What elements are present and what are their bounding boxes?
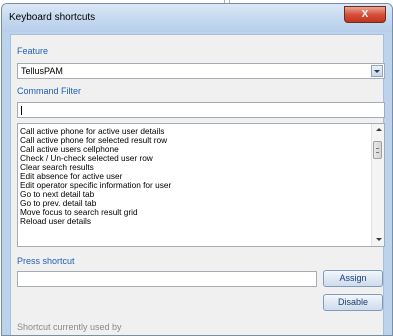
list-item[interactable]: Reload user details xyxy=(20,217,360,227)
list-scrollbar[interactable] xyxy=(371,124,384,246)
window-title: Keyboard shortcuts xyxy=(9,12,96,23)
command-filter-input[interactable] xyxy=(17,102,385,118)
shortcut-used-by-label: Shortcut currently used by xyxy=(17,322,122,332)
press-shortcut-label: Press shortcut xyxy=(17,256,75,266)
chevron-down-icon[interactable] xyxy=(371,65,383,77)
disable-button[interactable]: Disable xyxy=(323,294,383,311)
shortcut-input[interactable] xyxy=(17,271,317,287)
scroll-thumb[interactable] xyxy=(373,141,382,159)
title-bar[interactable]: Keyboard shortcuts X xyxy=(2,4,392,32)
assign-button[interactable]: Assign xyxy=(323,270,383,287)
close-button[interactable]: X xyxy=(344,6,386,23)
feature-select[interactable]: TellusPAM xyxy=(17,63,385,79)
scroll-up-icon[interactable] xyxy=(372,124,384,136)
command-list[interactable]: Call active phone for active user detail… xyxy=(17,123,385,247)
feature-label: Feature xyxy=(17,46,49,56)
close-icon: X xyxy=(361,9,369,20)
feature-selected-value: TellusPAM xyxy=(21,66,63,76)
text-caret xyxy=(21,106,22,115)
scroll-down-icon[interactable] xyxy=(372,234,384,246)
command-filter-label: Command Filter xyxy=(17,86,82,96)
